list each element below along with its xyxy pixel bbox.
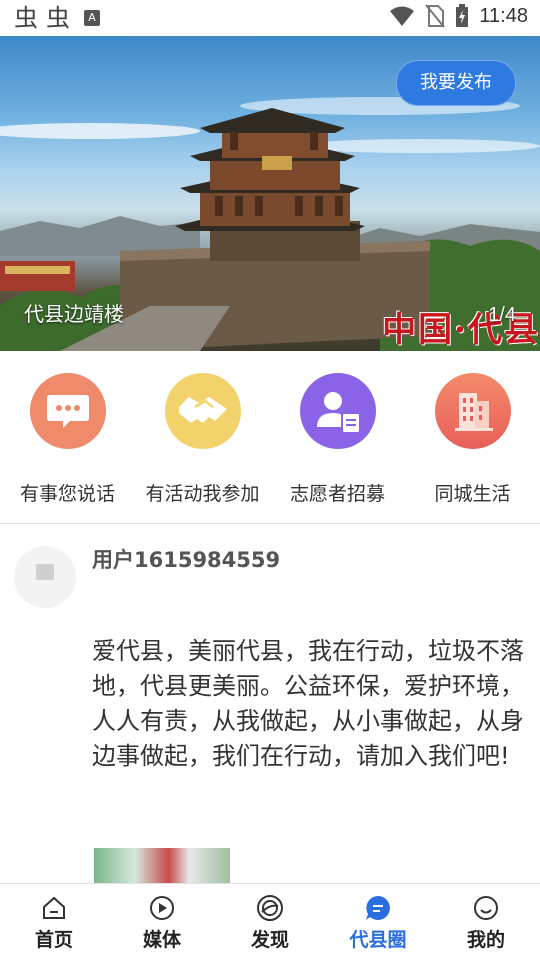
quick-action-talk[interactable]: 有事您说话 <box>0 373 135 506</box>
play-icon <box>150 896 174 920</box>
nav-media[interactable]: 媒体 <box>108 884 216 960</box>
wifi-icon <box>390 6 415 26</box>
nav-label: 代县圈 <box>349 929 407 951</box>
nav-home[interactable]: 首页 <box>0 884 108 960</box>
status-bar: 虫 虫 A 11:48 <box>0 0 540 36</box>
quick-actions: 有事您说话 有活动我参加 志愿者招募 同城生活 <box>0 351 540 524</box>
quick-action-city-life[interactable]: 同城生活 <box>405 373 540 506</box>
quick-action-label: 志愿者招募 <box>289 483 385 505</box>
discover-icon <box>257 895 283 921</box>
battery-charging-icon <box>456 4 469 27</box>
smiley-icon <box>474 896 498 920</box>
speech-bubble-icon <box>29 373 106 449</box>
handshake-icon <box>164 373 241 449</box>
nav-label: 发现 <box>250 929 289 951</box>
post-card[interactable]: 用户1615984559 爱代县，美丽代县，我在行动，垃圾不落地，代县更美丽。公… <box>0 524 540 884</box>
banner-watermark: 中国·代县 <box>382 310 540 350</box>
nav-mine[interactable]: 我的 <box>432 884 540 960</box>
notification-bug-icon: 虫 <box>14 4 38 32</box>
quick-action-volunteer[interactable]: 志愿者招募 <box>270 373 405 506</box>
home-icon <box>43 896 65 919</box>
banner-carousel[interactable]: 我要发布 中国·代县 代县边靖楼 1/4 <box>0 36 540 351</box>
notification-app-icon: A <box>84 10 100 26</box>
quick-action-label: 有活动我参加 <box>145 483 260 505</box>
post-username[interactable]: 用户1615984559 <box>92 544 280 574</box>
banner-caption: 代县边靖楼 <box>24 302 124 326</box>
nav-discover[interactable]: 发现 <box>216 884 324 960</box>
nav-county-circle[interactable]: 代县圈 <box>324 884 432 960</box>
nav-label: 媒体 <box>142 929 181 951</box>
banner-page-indicator: 1/4 <box>488 304 516 326</box>
volunteer-badge-icon <box>299 373 376 449</box>
avatar[interactable] <box>14 546 76 608</box>
bottom-navigation: 首页 媒体 发现 代县圈 我的 <box>0 883 540 960</box>
publish-button[interactable]: 我要发布 <box>396 60 516 106</box>
quick-action-activity[interactable]: 有活动我参加 <box>135 373 270 506</box>
post-image-thumbnail[interactable] <box>94 848 230 884</box>
no-sim-icon <box>425 4 446 28</box>
quick-action-label: 有事您说话 <box>19 483 115 505</box>
quick-action-label: 同城生活 <box>434 483 511 505</box>
building-icon <box>434 373 511 449</box>
nav-label: 首页 <box>34 929 73 951</box>
post-content: 爱代县，美丽代县，我在行动，垃圾不落地，代县更美丽。公益环保，爱护环境，人人有责… <box>92 637 524 770</box>
avatar-placeholder-icon <box>36 564 54 580</box>
nav-label: 我的 <box>466 929 505 951</box>
notification-bug-icon: 虫 <box>46 4 70 32</box>
chat-bubble-icon <box>366 896 390 920</box>
clock: 11:48 <box>479 4 528 27</box>
